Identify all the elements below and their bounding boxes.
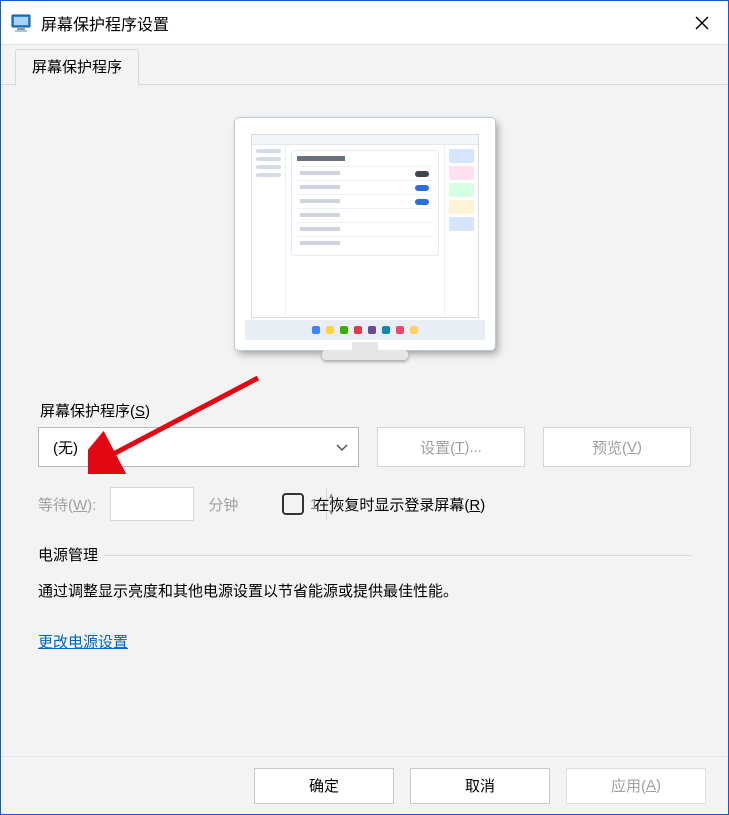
wait-row: 等待(W): ▲ ▼ 分钟 在恢复时显示登录屏幕(R) (38, 487, 691, 521)
close-button[interactable] (676, 1, 728, 45)
screensaver-settings-window: 屏幕保护程序设置 屏幕保护程序 (0, 0, 729, 815)
wait-minutes-spinner[interactable]: ▲ ▼ (110, 487, 194, 521)
wait-unit: 分钟 (208, 494, 238, 515)
titlebar: 屏幕保护程序设置 (1, 1, 728, 45)
screensaver-select[interactable]: (无) (38, 427, 359, 467)
screensaver-group-label: 屏幕保护程序(S) (40, 400, 689, 421)
apply-button[interactable]: 应用(A) (566, 768, 706, 804)
power-description: 通过调整显示亮度和其他电源设置以节省能源或提供最佳性能。 (38, 580, 691, 601)
power-legend: 电源管理 (38, 544, 104, 565)
change-power-settings-link[interactable]: 更改电源设置 (38, 631, 128, 652)
app-icon (11, 14, 31, 32)
tab-screensaver[interactable]: 屏幕保护程序 (15, 49, 139, 86)
content-area: 屏幕保护程序(S) (无) 设置(T)... 预览(V) 等待(W): (2, 86, 727, 754)
close-icon (695, 16, 709, 30)
screensaver-row: (无) 设置(T)... 预览(V) (38, 427, 691, 467)
dialog-footer: 确定 取消 应用(A) (1, 756, 728, 814)
settings-button[interactable]: 设置(T)... (377, 427, 525, 467)
cancel-button[interactable]: 取消 (410, 768, 550, 804)
screensaver-selected-value: (无) (53, 437, 78, 458)
resume-login-checkbox[interactable] (282, 493, 304, 515)
wait-label: 等待(W): (38, 494, 96, 515)
ok-button[interactable]: 确定 (254, 768, 394, 804)
resume-login-checkbox-label[interactable]: 在恢复时显示登录屏幕(R) (282, 493, 485, 515)
window-title: 屏幕保护程序设置 (41, 11, 169, 35)
chevron-down-icon (336, 439, 348, 455)
preview-button[interactable]: 预览(V) (543, 427, 691, 467)
resume-login-text: 在恢复时显示登录屏幕(R) (314, 494, 485, 515)
power-group: 电源管理 通过调整显示亮度和其他电源设置以节省能源或提供最佳性能。 更改电源设置 (38, 555, 691, 672)
monitor-preview (235, 118, 495, 350)
preview-area (38, 86, 691, 396)
tabstrip: 屏幕保护程序 (1, 45, 728, 85)
